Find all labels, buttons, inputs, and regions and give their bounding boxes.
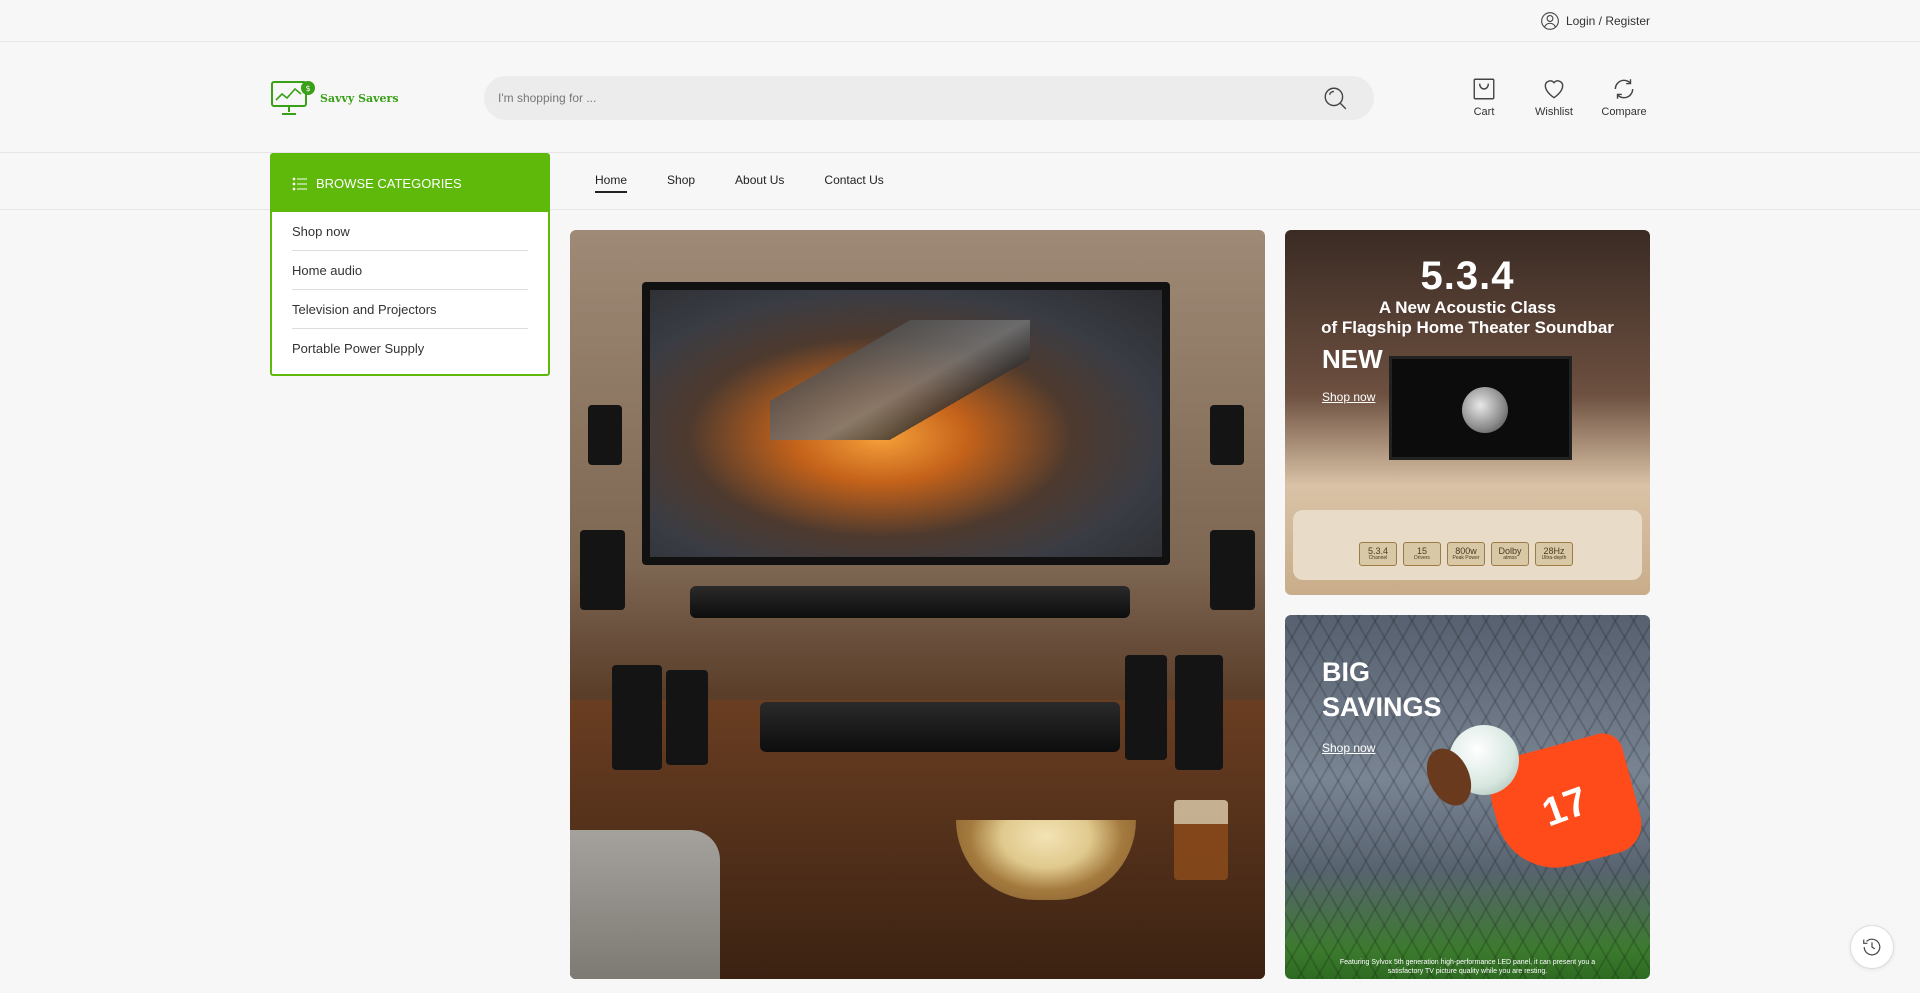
- login-register-link[interactable]: Login / Register: [1540, 11, 1650, 31]
- nav-shop[interactable]: Shop: [667, 173, 695, 193]
- tv-moon-image: [1389, 356, 1572, 460]
- promo-number: 5.3.4: [1420, 254, 1515, 298]
- list-icon: [292, 177, 307, 190]
- promo-shop-now-link[interactable]: Shop now: [1322, 390, 1375, 404]
- spec-badges: 5.3.4 Channel 15 Drivers 800w Peak Power Do…: [1359, 542, 1573, 566]
- search-bar: [484, 76, 1374, 120]
- big-savings-footnote: Featuring Sylvox 5th generation high-per…: [1339, 959, 1596, 975]
- sofa-image: [570, 830, 720, 979]
- promo-banner-soundbar[interactable]: 5.3.4 A New Acoustic Class of Flagship H…: [1285, 230, 1650, 595]
- soundbar-image: [760, 702, 1120, 752]
- search-icon[interactable]: [1322, 85, 1348, 111]
- nav-about-us[interactable]: About Us: [735, 173, 784, 193]
- recently-viewed-button[interactable]: [1850, 925, 1894, 969]
- site-logo[interactable]: $ Savvy Savers: [270, 76, 404, 120]
- wishlist-button[interactable]: Wishlist: [1530, 76, 1578, 118]
- main-nav: Home Shop About Us Contact Us: [595, 173, 884, 193]
- promo-headline-1: A New Acoustic Class: [1378, 298, 1557, 317]
- logo-monitor-icon: $: [271, 81, 315, 115]
- speaker-image: [1175, 655, 1223, 770]
- promo-banner-big-savings[interactable]: 17 BIG SAVINGS Shop now Featuring Sylvox…: [1285, 615, 1650, 979]
- hero-banner-home-theater[interactable]: [570, 230, 1265, 979]
- category-portable-power-supply[interactable]: Portable Power Supply: [292, 329, 528, 368]
- wishlist-label: Wishlist: [1535, 106, 1573, 118]
- browse-categories-panel: BROWSE CATEGORIES Shop now Home audio Te…: [270, 153, 550, 376]
- svg-text:$: $: [305, 84, 310, 93]
- compare-refresh-icon: [1614, 79, 1634, 99]
- football-player-image: 17: [1418, 695, 1649, 905]
- speaker-image: [580, 530, 625, 610]
- nav-contact-us[interactable]: Contact Us: [824, 173, 883, 193]
- cart-label: Cart: [1473, 106, 1495, 118]
- browse-categories-title: BROWSE CATEGORIES: [316, 176, 462, 191]
- clock-history-icon: [1863, 938, 1881, 956]
- tv-image: [642, 282, 1170, 565]
- speaker-image: [1125, 655, 1167, 760]
- browse-categories-header[interactable]: BROWSE CATEGORIES: [272, 155, 548, 212]
- logo-text: Savvy Savers: [320, 91, 399, 105]
- spec-badge: Dolby atmos: [1491, 542, 1529, 566]
- compare-button[interactable]: Compare: [1600, 76, 1648, 118]
- nav-home[interactable]: Home: [595, 173, 628, 193]
- promo-headline-2: of Flagship Home Theater Soundbar: [1321, 318, 1614, 337]
- top-bar: Login / Register: [0, 0, 1920, 42]
- speaker-image: [1210, 405, 1244, 465]
- speaker-image: [612, 665, 662, 770]
- promo-new-label: NEW: [1322, 344, 1383, 374]
- user-icon: [1541, 12, 1559, 30]
- search-input[interactable]: [498, 91, 1322, 105]
- cart-icon: [1473, 78, 1495, 100]
- category-television-projectors[interactable]: Television and Projectors: [292, 290, 528, 329]
- spec-badge: 800w Peak Power: [1447, 542, 1485, 566]
- big-savings-title: BIG SAVINGS: [1322, 657, 1442, 722]
- speaker-image: [1210, 530, 1255, 610]
- header-actions: Cart Wishlist Compare: [1460, 76, 1648, 118]
- compare-label: Compare: [1601, 106, 1647, 118]
- heart-icon: [1544, 80, 1564, 99]
- speaker-image: [666, 670, 708, 765]
- glass-image: [1174, 800, 1228, 880]
- category-home-audio[interactable]: Home audio: [292, 251, 528, 290]
- soundbar-image: [690, 586, 1130, 618]
- category-list: Shop now Home audio Television and Proje…: [272, 212, 548, 368]
- spec-badge: 5.3.4 Channel: [1359, 542, 1397, 566]
- spec-badge: 28Hz Ultra-depth: [1535, 542, 1573, 566]
- header: $ Savvy Savers Cart Wishlist Compare: [0, 42, 1920, 153]
- login-register-label[interactable]: Login / Register: [1566, 14, 1650, 28]
- big-savings-shop-now-link[interactable]: Shop now: [1322, 741, 1375, 755]
- category-shop-now[interactable]: Shop now: [292, 212, 528, 251]
- spec-badge: 15 Drivers: [1403, 542, 1441, 566]
- speaker-image: [588, 405, 622, 465]
- cart-button[interactable]: Cart: [1460, 76, 1508, 118]
